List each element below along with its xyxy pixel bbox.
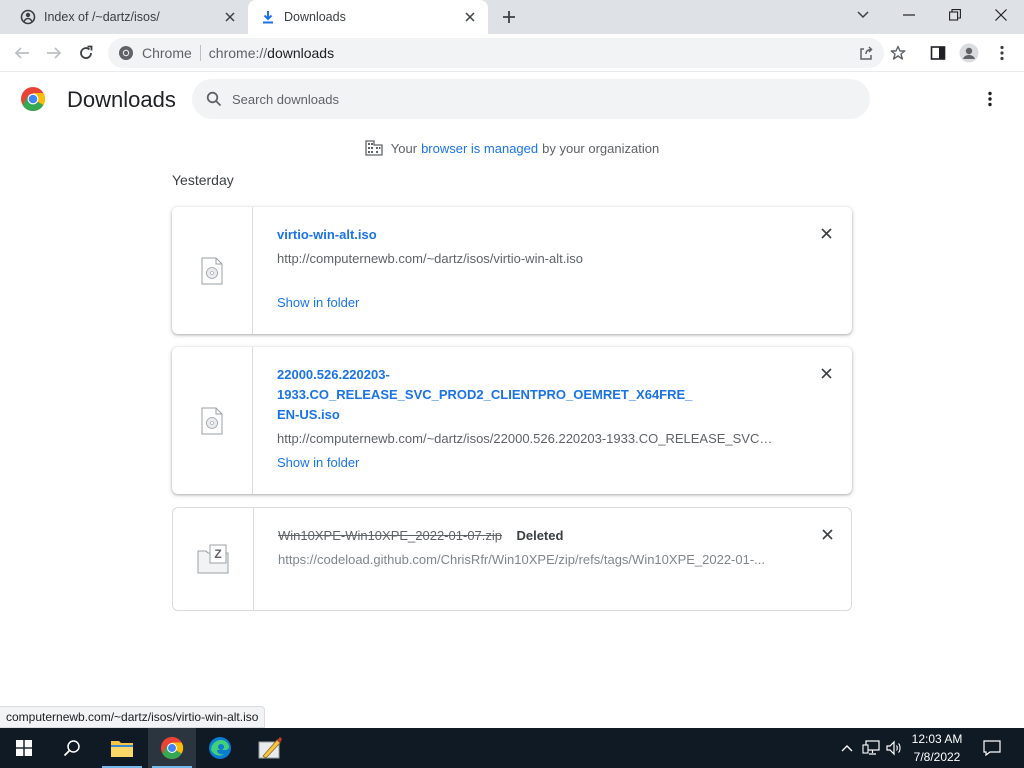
managed-notice: Your browser is managed by your organiza… xyxy=(0,140,1024,156)
svg-text:Z: Z xyxy=(214,547,221,561)
source-url[interactable]: http://computernewb.com/~dartz/isos/2200… xyxy=(277,431,777,446)
chrome-logo-icon xyxy=(21,87,46,111)
tab-close-icon[interactable] xyxy=(460,7,480,27)
reload-button[interactable] xyxy=(72,39,100,67)
download-item: virtio-win-alt.iso http://computernewb.c… xyxy=(172,207,852,334)
managed-prefix: Your xyxy=(390,140,418,156)
disc-image-file-icon xyxy=(201,257,223,284)
chrome-logo-icon xyxy=(160,736,184,760)
profile-avatar-icon[interactable] xyxy=(955,39,983,67)
tab-index-of-isos[interactable]: Index of /~dartz/isos/ xyxy=(8,0,248,34)
show-in-folder-link[interactable]: Show in folder xyxy=(277,455,359,470)
forward-button[interactable] xyxy=(40,39,68,67)
tab-downloads[interactable]: Downloads xyxy=(248,0,488,34)
file-icon-column xyxy=(172,347,253,494)
network-tray-button[interactable] xyxy=(860,728,882,768)
page-title: Downloads xyxy=(67,87,176,112)
edge-logo-icon xyxy=(209,737,231,759)
tab-search-icon[interactable] xyxy=(840,0,886,30)
system-clock[interactable]: 12:03 AM 7/8/2022 xyxy=(906,730,968,766)
chrome-taskbar-button[interactable] xyxy=(148,728,196,768)
tab-close-icon[interactable] xyxy=(220,7,240,27)
address-bar[interactable]: Chrome chrome://downloads xyxy=(108,38,884,68)
bookmark-star-icon[interactable] xyxy=(884,39,912,67)
remove-item-close-icon[interactable] xyxy=(816,223,836,243)
remove-item-close-icon[interactable] xyxy=(817,524,837,544)
omnibox-divider xyxy=(199,45,201,61)
network-icon xyxy=(862,740,880,755)
file-explorer-button[interactable] xyxy=(98,728,146,768)
chevron-up-icon xyxy=(841,745,853,752)
building-icon xyxy=(365,140,383,156)
app-taskbar-button[interactable] xyxy=(246,728,294,768)
minimize-button[interactable] xyxy=(886,0,932,30)
site-chip-label: Chrome xyxy=(142,45,192,61)
volume-tray-button[interactable] xyxy=(884,728,906,768)
close-window-button[interactable] xyxy=(978,0,1024,30)
folder-icon xyxy=(111,741,133,757)
managed-link[interactable]: browser is managed xyxy=(421,141,538,156)
zip-file-icon: Z xyxy=(197,544,229,574)
share-icon[interactable] xyxy=(856,43,876,63)
link-status-bubble: computernewb.com/~dartz/isos/virtio-win-… xyxy=(0,706,266,728)
file-name: Win10XPE-Win10XPE_2022-01-07.zip xyxy=(278,528,503,543)
windows-logo-icon xyxy=(16,740,32,756)
date-section-header: Yesterday xyxy=(172,172,234,188)
chrome-menu-icon[interactable] xyxy=(988,39,1016,67)
search-input[interactable] xyxy=(232,91,832,107)
status-badge: Deleted xyxy=(516,528,564,543)
clock-date: 7/8/2022 xyxy=(913,750,961,764)
notification-icon xyxy=(983,740,1001,756)
download-item: Z Win10XPE-Win10XPE_2022-01-07.zip Delet… xyxy=(172,507,852,611)
windows-taskbar: 12:03 AM 7/8/2022 xyxy=(0,728,1024,768)
tab-title: Downloads xyxy=(284,10,346,24)
search-icon xyxy=(63,740,80,757)
search-icon xyxy=(206,91,222,107)
search-bar[interactable] xyxy=(192,79,870,119)
restore-button[interactable] xyxy=(932,0,978,30)
paint-tool-icon xyxy=(258,737,282,759)
source-url[interactable]: https://codeload.github.com/ChrisRfr/Win… xyxy=(278,552,778,567)
site-info-chip[interactable]: Chrome xyxy=(118,45,192,61)
download-item: 22000.526.220203-1933.CO_RELEASE_SVC_PRO… xyxy=(172,347,852,494)
file-icon-column xyxy=(172,207,253,334)
tab-strip: Index of /~dartz/isos/ Downloads xyxy=(0,0,1024,34)
file-name-line: 22000.526.220203-1933.CO_RELEASE_SVC_PRO… xyxy=(277,367,693,402)
url-text: chrome://downloads xyxy=(208,45,335,61)
file-name-link[interactable]: 22000.526.220203-1933.CO_RELEASE_SVC_PRO… xyxy=(277,365,777,425)
tab-title: Index of /~dartz/isos/ xyxy=(44,10,160,24)
speaker-icon xyxy=(886,740,901,756)
more-actions-icon[interactable] xyxy=(978,86,1002,112)
new-tab-button[interactable] xyxy=(496,6,522,28)
source-url[interactable]: http://computernewb.com/~dartz/isos/virt… xyxy=(277,251,777,266)
clock-time: 12:03 AM xyxy=(911,732,963,746)
chrome-logo-icon xyxy=(119,46,133,60)
file-icon-column: Z xyxy=(173,508,254,610)
downloads-header: Downloads xyxy=(0,72,1024,128)
download-icon xyxy=(260,9,276,25)
taskbar-search-button[interactable] xyxy=(48,728,96,768)
page-favicon-icon xyxy=(20,9,36,25)
start-button[interactable] xyxy=(0,728,48,768)
side-panel-icon[interactable] xyxy=(924,39,952,67)
file-name-link[interactable]: virtio-win-alt.iso xyxy=(277,225,777,245)
disc-image-file-icon xyxy=(201,407,223,434)
browser-toolbar: Chrome chrome://downloads xyxy=(0,34,1024,72)
back-button[interactable] xyxy=(8,39,36,67)
edge-taskbar-button[interactable] xyxy=(196,728,244,768)
show-hidden-icons-button[interactable] xyxy=(838,728,856,768)
notification-center-button[interactable] xyxy=(978,728,1006,768)
remove-item-close-icon[interactable] xyxy=(816,363,836,383)
show-in-folder-link[interactable]: Show in folder xyxy=(277,295,359,310)
managed-suffix: by your organization xyxy=(542,140,660,156)
file-name-line: EN-US.iso xyxy=(277,407,340,422)
